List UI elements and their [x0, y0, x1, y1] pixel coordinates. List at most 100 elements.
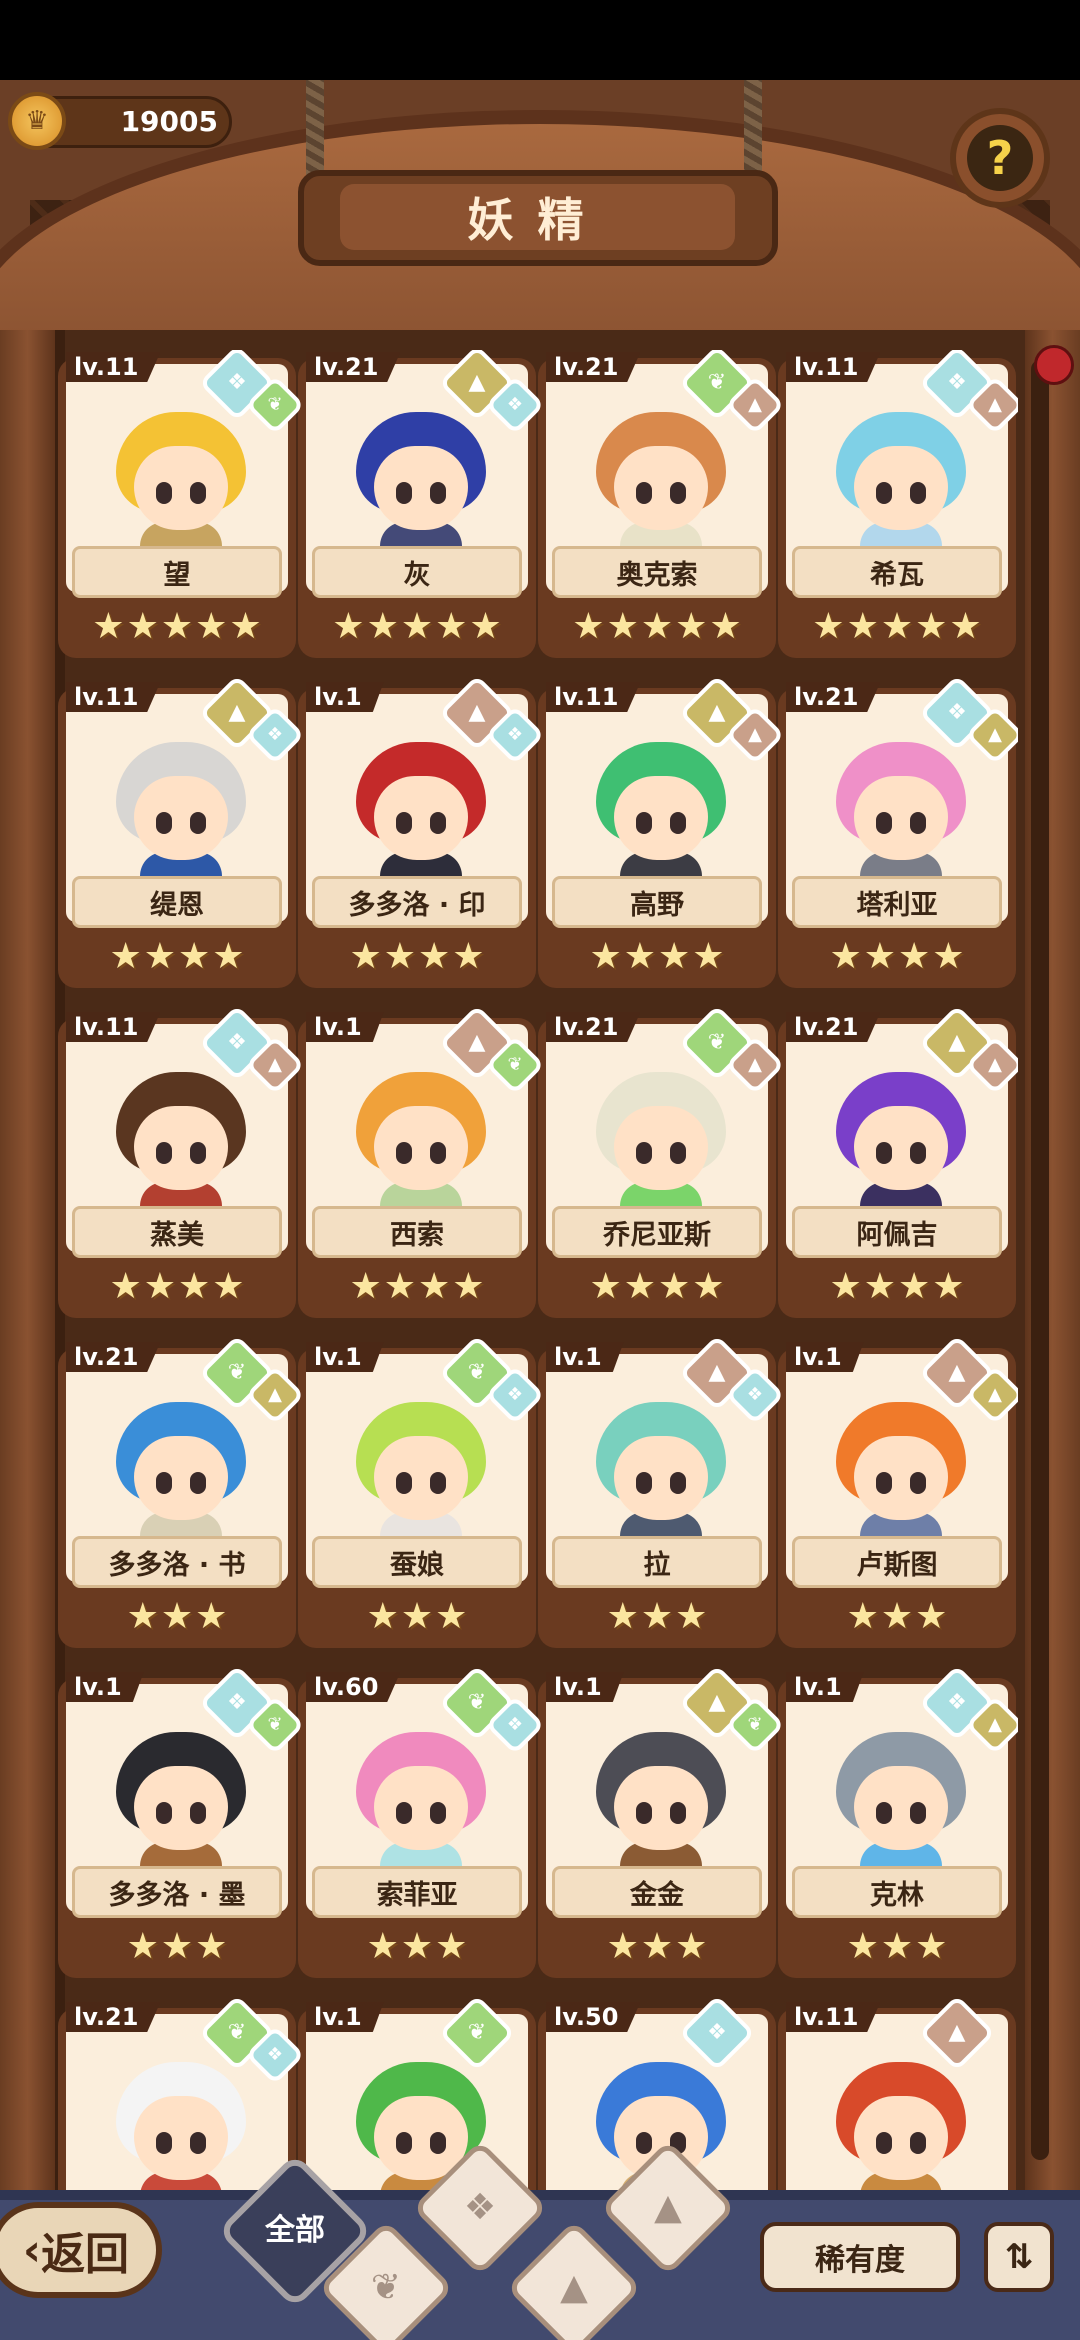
fairy-collection-screen: 妖精 ♛ 19005 ? lv.11 ❖ ❦ 望 ★ ★ ★ ★ ★ lv.21 ▲ ❖ 灰 ★ ★ ★ ★ ★ l…	[0, 0, 1080, 2340]
star-icon: ★	[658, 1266, 691, 1307]
eye-left	[396, 812, 412, 834]
eye-left	[636, 2132, 652, 2154]
fairy-portrait	[816, 2054, 986, 2200]
star-rating: ★ ★ ★ ★	[538, 1264, 776, 1310]
star-icon: ★	[160, 606, 194, 647]
star-icon: ★	[880, 1926, 914, 1967]
star-icon: ★	[606, 1926, 639, 1967]
mountain-icon: ▲	[560, 2267, 588, 2308]
level-badge: lv.1	[546, 1342, 624, 1372]
fairy-face	[374, 1436, 468, 1520]
star-icon: ★	[623, 936, 656, 977]
fairy-card[interactable]: lv.21 ❦ ❖	[58, 1994, 305, 2200]
eye-right	[670, 1142, 686, 1164]
fairy-card[interactable]: lv.11 ❖ ▲ 希瓦 ★ ★ ★ ★ ★	[778, 350, 1018, 658]
fairy-card[interactable]: lv.21 ❦ ▲ 乔尼亚斯 ★ ★ ★ ★	[538, 1004, 785, 1318]
fairy-face	[614, 776, 708, 860]
fairy-card[interactable]: lv.60 ❦ ❖ 索菲亚 ★ ★ ★	[298, 1664, 545, 1978]
crown-coin-icon: ♛	[8, 92, 66, 150]
fairy-face	[614, 1436, 708, 1520]
star-icon: ★	[143, 1266, 176, 1307]
fairy-card[interactable]: lv.21 ❦ ▲ 奥克索 ★ ★ ★ ★ ★	[538, 350, 785, 658]
eye-left	[636, 1142, 652, 1164]
star-icon: ★	[435, 606, 468, 647]
star-icon: ★	[675, 606, 708, 647]
fairy-card[interactable]: lv.1 ▲ ❦ 西索 ★ ★ ★ ★	[298, 1004, 545, 1318]
fairy-card[interactable]: lv.21 ▲ ▲ 阿佩吉 ★ ★ ★ ★	[778, 1004, 1018, 1318]
fairy-card[interactable]: lv.1 ▲ ▲ 卢斯图 ★ ★ ★	[778, 1334, 1018, 1648]
star-icon: ★	[435, 1926, 468, 1967]
level-badge: lv.21	[546, 1012, 641, 1042]
star-rating: ★ ★ ★	[778, 1924, 1016, 1970]
fairy-card[interactable]: lv.11 ❖ ▲ 蒸美 ★ ★ ★ ★	[58, 1004, 305, 1318]
fairy-card[interactable]: lv.1 ❦ ❖ 蚕娘 ★ ★ ★	[298, 1334, 545, 1648]
star-rating: ★ ★ ★ ★	[538, 934, 776, 980]
fairy-name: 西索	[312, 1206, 522, 1258]
star-rating: ★ ★ ★	[298, 1924, 536, 1970]
eye-right	[910, 2132, 926, 2154]
eye-left	[396, 1142, 412, 1164]
star-icon: ★	[863, 936, 896, 977]
fairy-card[interactable]: lv.11 ▲ ❖ 缇恩 ★ ★ ★ ★	[58, 674, 305, 988]
scrollbar-track[interactable]	[1031, 360, 1049, 2160]
sort-rarity-button[interactable]: 稀有度	[760, 2222, 960, 2292]
star-icon: ★	[606, 1596, 639, 1637]
level-badge: lv.50	[546, 2002, 641, 2032]
fairy-name: 索菲亚	[312, 1866, 522, 1918]
scrollbar-thumb[interactable]	[1034, 345, 1074, 385]
star-icon: ★	[160, 1926, 194, 1967]
fairy-card[interactable]: lv.11 ▲	[778, 1994, 1016, 2200]
fairy-name: 多多洛 · 墨	[72, 1866, 282, 1918]
star-icon: ★	[658, 936, 691, 977]
star-icon: ★	[143, 936, 176, 977]
fairy-face	[854, 776, 948, 860]
fairy-card[interactable]: lv.1 ▲ ❖ 拉 ★ ★ ★	[538, 1334, 785, 1648]
star-rating: ★ ★ ★ ★	[58, 934, 296, 980]
fairy-name: 灰	[312, 546, 522, 598]
help-button[interactable]: ?	[950, 108, 1050, 208]
star-icon: ★	[212, 1266, 245, 1307]
fairy-card[interactable]: lv.1 ❖ ▲ 克林 ★ ★ ★	[778, 1664, 1018, 1978]
fairy-card[interactable]: lv.21 ❦ ▲ 多多洛 · 书 ★ ★ ★	[58, 1334, 305, 1648]
eye-right	[430, 482, 446, 504]
fairy-card[interactable]: lv.21 ❖ ▲ 塔利亚 ★ ★ ★ ★	[778, 674, 1018, 988]
fairy-card[interactable]: lv.11 ▲ ▲ 高野 ★ ★ ★ ★	[538, 674, 785, 988]
sort-order-icon[interactable]: ⇅	[984, 2222, 1054, 2292]
star-icon: ★	[195, 1926, 228, 1967]
eye-left	[636, 482, 652, 504]
eye-left	[876, 812, 892, 834]
water-drop-icon: ❖	[463, 2187, 497, 2228]
level-badge: lv.11	[786, 352, 881, 382]
star-icon: ★	[880, 1596, 914, 1637]
star-icon: ★	[898, 1266, 931, 1307]
star-icon: ★	[829, 1266, 862, 1307]
star-icon: ★	[915, 606, 948, 647]
question-sprout-icon: ?	[967, 125, 1033, 191]
fairy-name: 拉	[552, 1536, 762, 1588]
star-icon: ★	[195, 606, 228, 647]
fairy-card[interactable]: lv.1 ❖ ❦ 多多洛 · 墨 ★ ★ ★	[58, 1664, 305, 1978]
eye-left	[876, 482, 892, 504]
fairy-card[interactable]: lv.1 ▲ ❦ 金金 ★ ★ ★	[538, 1664, 785, 1978]
fairy-face	[134, 1106, 228, 1190]
back-button[interactable]: ‹ 返回	[0, 2202, 162, 2298]
eye-right	[190, 482, 206, 504]
star-icon: ★	[332, 606, 365, 647]
eye-left	[396, 1472, 412, 1494]
star-icon: ★	[949, 606, 982, 647]
level-badge: lv.21	[546, 352, 641, 382]
fairy-card[interactable]: lv.11 ❖ ❦ 望 ★ ★ ★ ★ ★	[58, 350, 305, 658]
eye-right	[910, 812, 926, 834]
fairy-face	[614, 1766, 708, 1850]
fairy-card[interactable]: lv.1 ▲ ❖ 多多洛 · 印 ★ ★ ★ ★	[298, 674, 545, 988]
fairy-grid: lv.11 ❖ ❦ 望 ★ ★ ★ ★ ★ lv.21 ▲ ❖ 灰 ★ ★ ★ ★ ★ lv.21 ❦ ▲ 奥克索 ★ ★ ★ ★…	[58, 350, 1018, 2200]
eye-right	[910, 1802, 926, 1824]
star-icon: ★	[675, 1596, 708, 1637]
star-rating: ★ ★ ★	[298, 1594, 536, 1640]
eye-right	[190, 1802, 206, 1824]
fairy-card[interactable]: lv.21 ▲ ❖ 灰 ★ ★ ★ ★ ★	[298, 350, 545, 658]
fairy-name: 望	[72, 546, 282, 598]
level-badge: lv.11	[66, 352, 161, 382]
star-rating: ★ ★ ★	[538, 1924, 776, 1970]
star-icon: ★	[435, 1596, 468, 1637]
